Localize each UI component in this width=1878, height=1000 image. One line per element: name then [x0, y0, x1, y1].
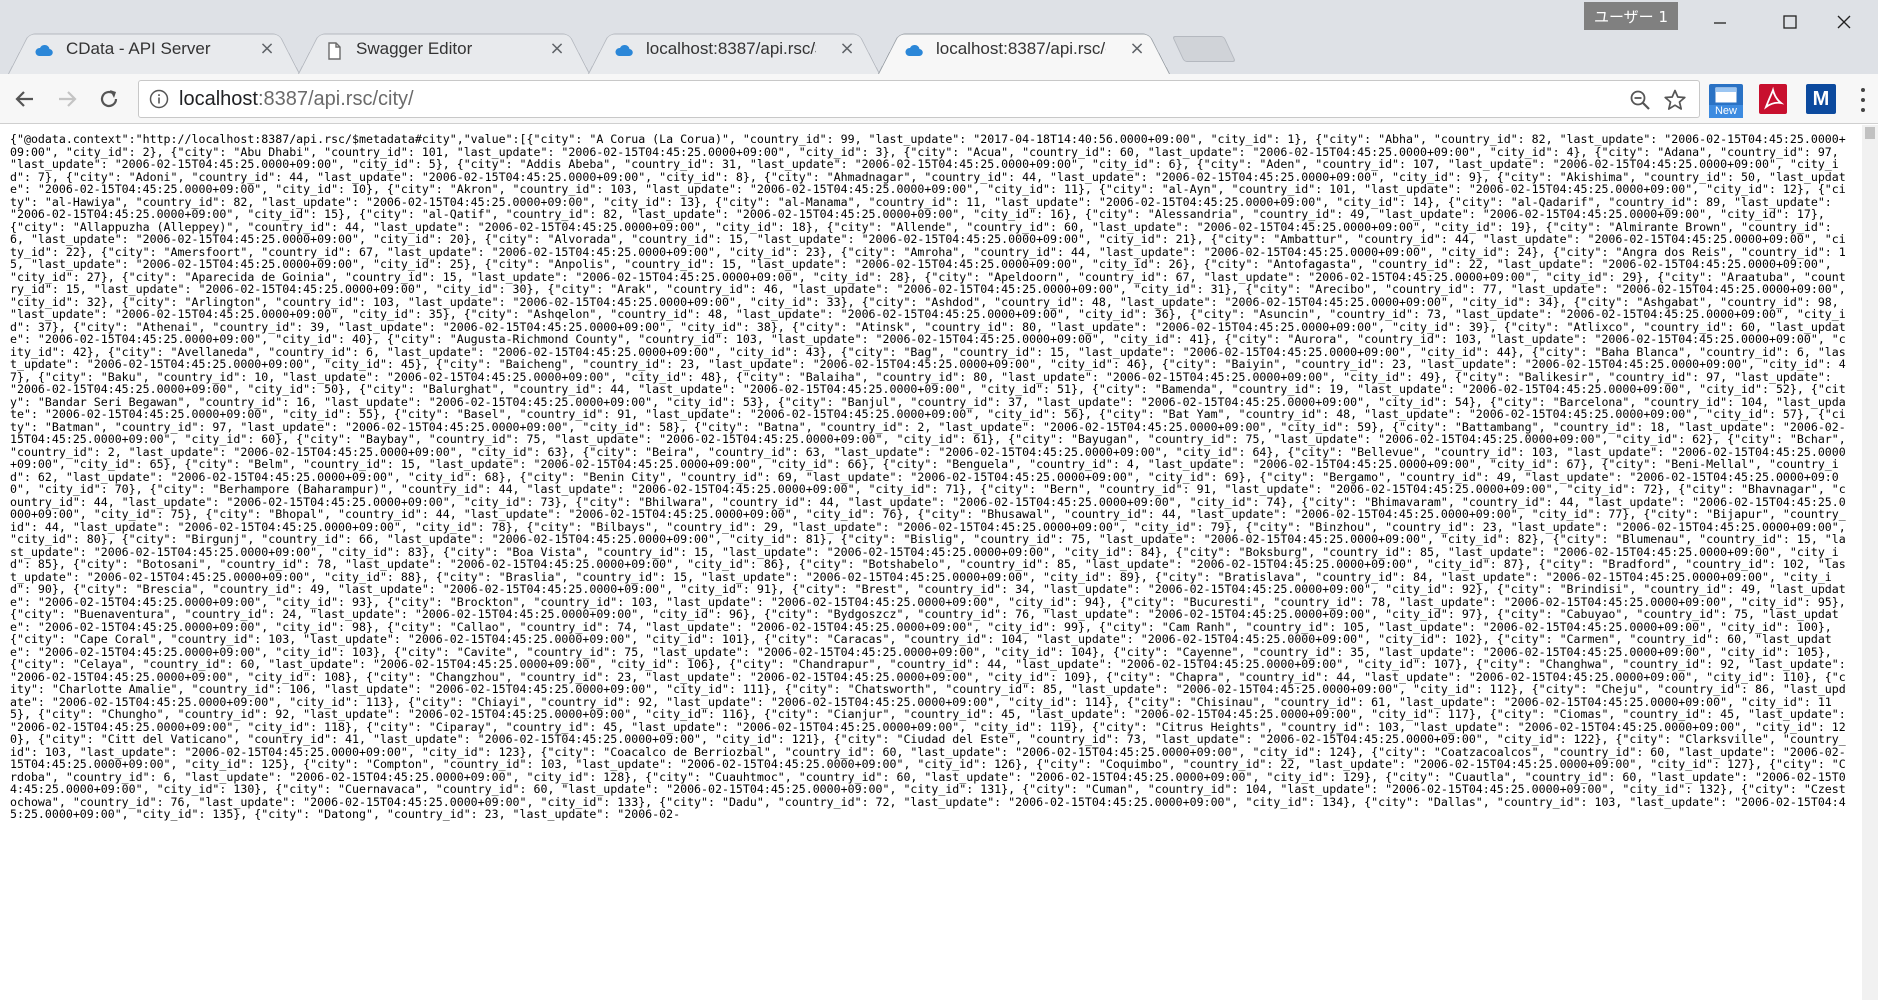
forward-button[interactable] — [50, 82, 84, 116]
page-content: {"@odata.context":"http://localhost:8387… — [0, 125, 1862, 1000]
close-window-button[interactable] — [1810, 0, 1878, 44]
info-icon[interactable] — [149, 89, 169, 109]
page-icon — [328, 42, 341, 60]
back-button[interactable] — [8, 82, 42, 116]
tab-title: localhost:8387/api.rsc/cit — [936, 39, 1106, 58]
tab-title: localhost:8387/api.rsc/$s — [646, 39, 816, 58]
maximize-icon — [1783, 15, 1797, 29]
cloud-icon — [615, 44, 633, 57]
tab-metadata[interactable]: localhost:8387/api.rsc/$s × — [580, 26, 888, 74]
pdf-icon — [1764, 86, 1785, 110]
acrobat-extension-icon[interactable] — [1759, 84, 1787, 114]
new-tab-button[interactable] — [1178, 36, 1230, 62]
new-badge-label: New — [1709, 105, 1743, 118]
m-extension-icon[interactable]: M — [1806, 84, 1836, 114]
close-tab-icon[interactable]: × — [546, 38, 568, 60]
tab-title: CData - API Server — [66, 39, 211, 58]
tab-title: Swagger Editor — [356, 39, 473, 58]
minimize-icon — [1714, 22, 1726, 24]
forward-arrow-icon — [59, 91, 77, 107]
cloud-icon — [905, 44, 923, 57]
url-text[interactable]: localhost:8387/api.rsc/city/ — [179, 88, 414, 111]
tab-city[interactable]: localhost:8387/api.rsc/cit × — [870, 26, 1178, 74]
browser-toolbar: localhost:8387/api.rsc/city/ New M — [0, 74, 1878, 124]
reload-icon — [100, 90, 118, 108]
json-response-text: {"@odata.context":"http://localhost:8387… — [10, 132, 1853, 821]
reload-button[interactable] — [92, 82, 126, 116]
profile-badge[interactable]: ユーザー 1 — [1584, 2, 1678, 30]
url-path: :8387/api.rsc/city/ — [257, 88, 414, 110]
vertical-scrollbar[interactable] — [1862, 125, 1878, 1000]
cloud-icon — [35, 44, 53, 57]
star-icon[interactable] — [1663, 88, 1687, 112]
back-arrow-icon — [15, 91, 33, 107]
tab-cdata-api-server[interactable]: CData - API Server × — [0, 26, 308, 74]
tab-strip: CData - API Server × Swagger Editor × lo… — [0, 0, 1878, 74]
new-extension-icon[interactable]: New — [1709, 84, 1743, 118]
close-tab-icon[interactable]: × — [256, 38, 278, 60]
minimize-button[interactable] — [1686, 0, 1754, 44]
close-icon — [1837, 15, 1851, 29]
menu-icon[interactable] — [1858, 88, 1868, 112]
url-host: localhost — [179, 88, 258, 110]
scrollbar-thumb[interactable] — [1865, 127, 1875, 139]
address-bar[interactable]: localhost:8387/api.rsc/city/ — [138, 80, 1700, 118]
window-icon — [1715, 87, 1737, 103]
close-tab-icon[interactable]: × — [1126, 38, 1148, 60]
zoom-icon[interactable] — [1629, 89, 1651, 111]
close-tab-icon[interactable]: × — [836, 38, 858, 60]
tab-swagger-editor[interactable]: Swagger Editor × — [290, 26, 598, 74]
